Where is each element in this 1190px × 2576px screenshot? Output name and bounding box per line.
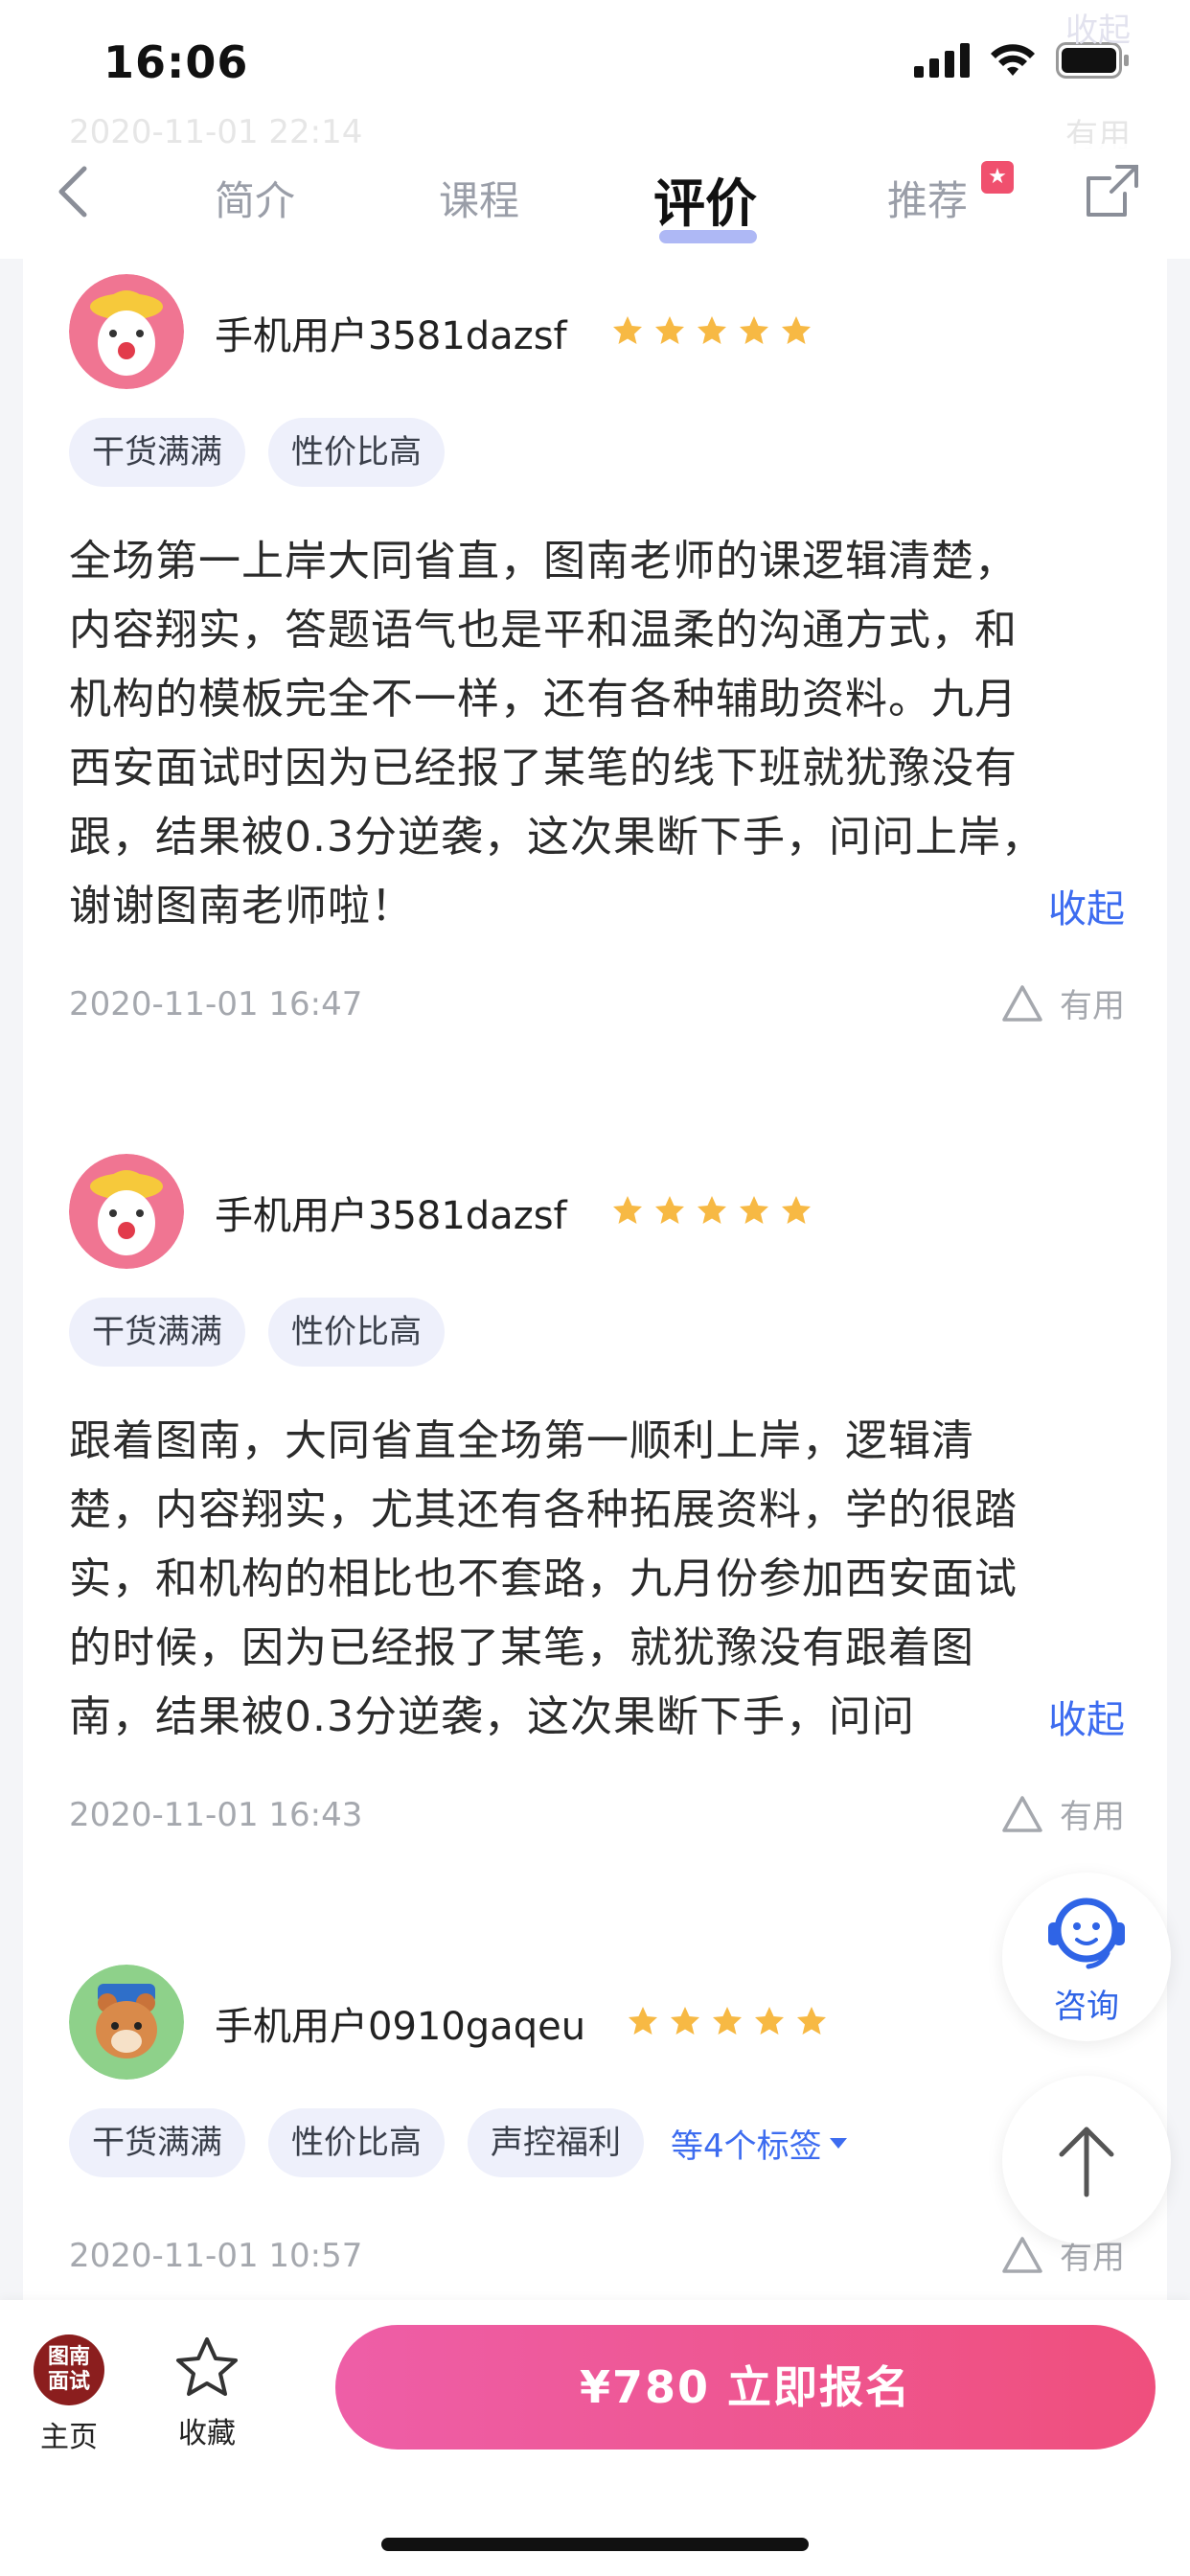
ghost-collapse-link: 收起: [1065, 12, 1131, 50]
star-rating: [627, 2005, 828, 2037]
triangle-like-icon: [1002, 984, 1042, 1022]
star-icon: [782, 316, 811, 344]
review-tag[interactable]: 声控福利: [468, 2108, 644, 2177]
star-icon: [671, 2007, 699, 2035]
review-text-line: 内容翔实，答题语气也是平和温柔的沟通方式，和: [69, 606, 1018, 655]
consult-button[interactable]: 咨询: [1002, 1873, 1171, 2041]
avatar[interactable]: [69, 1154, 184, 1269]
triangle-like-icon: [1002, 2236, 1042, 2273]
tab-recommend[interactable]: 推荐: [887, 169, 968, 227]
caret-down-icon: [829, 2138, 847, 2149]
star-rating: [611, 1194, 812, 1227]
star-icon: [740, 316, 768, 344]
back-arrow-icon[interactable]: [48, 163, 105, 220]
collapse-link[interactable]: 收起: [1048, 878, 1125, 933]
page-background-left: [0, 259, 23, 2300]
review-text-line: 实，和机构的相比也不套路，九月份参加西安面试: [69, 1554, 1018, 1603]
review-tag[interactable]: 干货满满: [69, 2108, 245, 2177]
review-text-line: 楚，内容翔实，尤其还有各种拓展资料，学的很踏: [69, 1485, 1018, 1534]
review-tags: 干货满满 性价比高: [69, 1298, 445, 1367]
review-text-line: 跟着图南，大同省直全场第一顺利上岸，逻辑清: [69, 1416, 974, 1465]
review-text-line: 谢谢图南老师啦！: [69, 882, 414, 931]
useful-button[interactable]: 有用: [1000, 1790, 1125, 1837]
cartoon-avatar-icon: [69, 1154, 184, 1269]
arrow-up-icon: [1059, 2127, 1114, 2197]
star-icon: [740, 1196, 768, 1224]
back-to-top-button[interactable]: [1002, 2076, 1171, 2244]
triangle-like-icon: [1002, 1795, 1042, 1832]
review-date: 2020-11-01 16:43: [69, 1796, 363, 1834]
review-text-line: 南，结果被0.3分逆袭，这次果断下手，问问: [69, 1692, 915, 1741]
review-tag[interactable]: 干货满满: [69, 418, 245, 487]
review-date: 2020-11-01 16:47: [69, 985, 363, 1024]
review-tag[interactable]: 干货满满: [69, 1298, 245, 1367]
review-text-line: 跟，结果被0.3分逆袭，这次果断下手，问问上岸，: [69, 813, 1044, 862]
favorite-label: 收藏: [178, 2417, 236, 2450]
review-username: 手机用户0910gaqeu: [215, 2005, 586, 2049]
star-icon: [797, 2007, 826, 2035]
bear-avatar-icon: [69, 1965, 184, 2080]
home-button[interactable]: 图南 面试 主页: [11, 2334, 126, 2455]
brand-logo-icon: 图南 面试: [34, 2334, 104, 2405]
star-icon: [698, 1196, 726, 1224]
cellular-signal-icon: [914, 43, 970, 78]
more-tags-label: 等4个标签: [671, 2127, 822, 2166]
star-icon: [655, 1196, 684, 1224]
review-tag[interactable]: 性价比高: [268, 418, 445, 487]
star-icon: [655, 316, 684, 344]
recommend-badge-icon: ★: [981, 161, 1014, 194]
review-tags: 干货满满 性价比高: [69, 418, 445, 487]
star-icon: [713, 2007, 742, 2035]
star-icon: [613, 1196, 642, 1224]
review-date: 2020-11-01 10:57: [69, 2237, 363, 2275]
star-rating: [611, 314, 812, 347]
favorite-button[interactable]: 收藏: [149, 2334, 264, 2451]
share-icon[interactable]: [1083, 161, 1142, 220]
nav-bar: 简介 课程 评价 推荐 ★: [0, 144, 1190, 259]
consult-label: 咨询: [1054, 1988, 1119, 2026]
status-time: 16:06: [103, 36, 249, 88]
cartoon-avatar-icon: [69, 274, 184, 389]
customer-service-icon: [1048, 1898, 1125, 1969]
tab-reviews[interactable]: 评价: [653, 161, 757, 237]
review-text-line: 西安面试时因为已经报了某笔的线下班就犹豫没有: [69, 744, 1018, 793]
star-icon: [613, 316, 642, 344]
review-username: 手机用户3581dazsf: [215, 1194, 567, 1238]
tab-courses[interactable]: 课程: [439, 169, 519, 227]
review-text-line: 全场第一上岸大同省直，图南老师的课逻辑清楚，: [69, 537, 1018, 586]
home-indicator: [381, 2538, 809, 2551]
review-text: 全场第一上岸大同省直，图南老师的课逻辑清楚， 内容翔实，答题语气也是平和温柔的沟…: [69, 527, 1123, 941]
review-text: 跟着图南，大同省直全场第一顺利上岸，逻辑清 楚，内容翔实，尤其还有各种拓展资料，…: [69, 1407, 1123, 1752]
review-tags: 干货满满 性价比高 声控福利 等4个标签: [69, 2108, 849, 2177]
review-text-line: 机构的模板完全不一样，还有各种辅助资料。九月: [69, 675, 1018, 724]
avatar[interactable]: [69, 1965, 184, 2080]
collapse-link[interactable]: 收起: [1048, 1689, 1125, 1744]
useful-label: 有用: [1060, 1798, 1125, 1836]
more-tags-toggle[interactable]: 等4个标签: [671, 2120, 849, 2167]
signup-button[interactable]: ¥780 立即报名: [335, 2325, 1156, 2450]
avatar[interactable]: [69, 274, 184, 389]
star-icon: [629, 2007, 657, 2035]
review-username: 手机用户3581dazsf: [215, 314, 567, 358]
wifi-icon: [991, 44, 1035, 76]
useful-button[interactable]: 有用: [1000, 979, 1125, 1026]
review-text-line: 的时候，因为已经报了某笔，就犹豫没有跟着图: [69, 1623, 974, 1672]
review-tag[interactable]: 性价比高: [268, 2108, 445, 2177]
app-screen: 16:06 收起 2020-11-01 22:14 有用 简介 课程 评价 推荐…: [0, 0, 1190, 2576]
star-icon: [755, 2007, 784, 2035]
star-outline-icon: [176, 2337, 238, 2396]
review-tag[interactable]: 性价比高: [268, 1298, 445, 1367]
reviews-list: 手机用户3581dazsf 干货满满 性价比高 全场第一上岸大同省直，图南老师的…: [23, 259, 1167, 2300]
useful-label: 有用: [1060, 987, 1125, 1025]
star-icon: [698, 316, 726, 344]
bottom-action-bar: 图南 面试 主页 收藏 ¥780 立即报名: [0, 2300, 1190, 2576]
star-icon: [782, 1196, 811, 1224]
home-label: 主页: [40, 2421, 98, 2454]
tab-intro[interactable]: 简介: [215, 169, 295, 227]
